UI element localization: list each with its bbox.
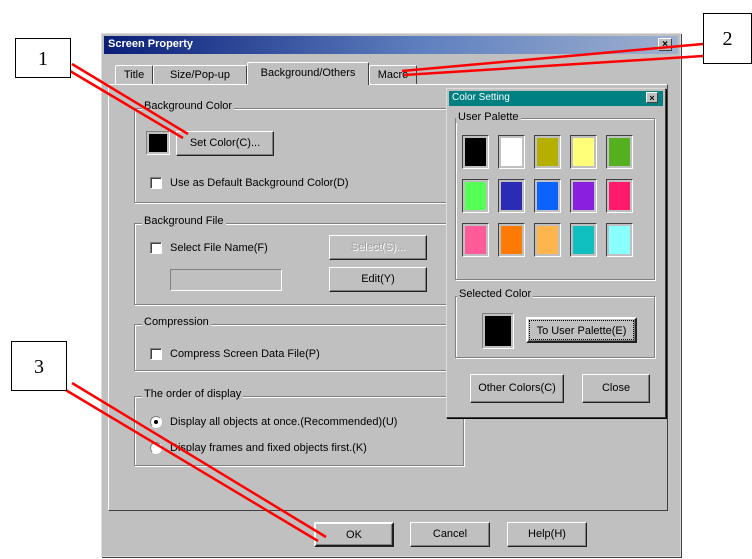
callout-3: 3 [11,341,67,391]
callout-1-line-b [71,62,189,136]
callout-1-line-a [64,66,184,140]
callout-3-number: 3 [34,356,44,378]
callout-1: 1 [15,38,71,78]
callout-3-line-b [71,381,327,539]
callout-2-number: 2 [722,28,733,50]
callout-2: 2 [703,13,752,64]
tab-background-others[interactable]: Background/Others [247,62,369,85]
tab-label: Background/Others [260,67,356,79]
callout-3-line-a [63,387,319,543]
callout-1-number: 1 [38,48,48,70]
callout-2-line-a [401,42,704,73]
callout-lines [63,42,704,543]
callout-2-line-b [403,54,704,77]
